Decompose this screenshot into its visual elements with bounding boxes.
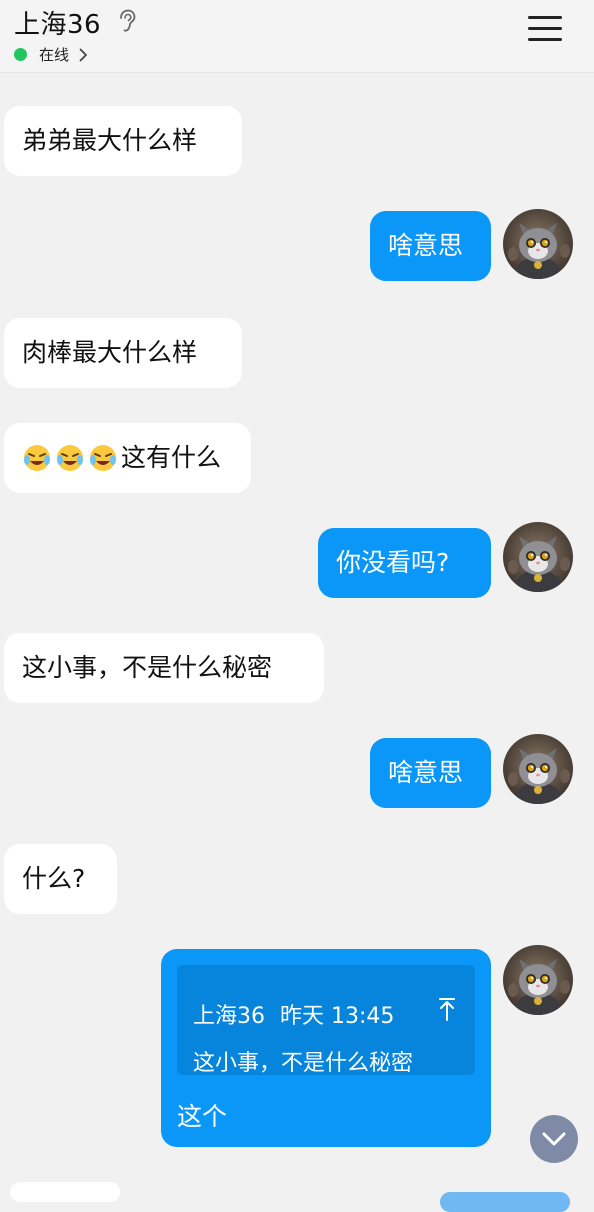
menu-icon[interactable] (528, 16, 562, 44)
message-text: 什么? (22, 864, 86, 893)
jump-to-top-icon[interactable] (437, 996, 457, 1022)
quote-time: 昨天 13:45 (280, 1004, 395, 1029)
ear-icon[interactable] (116, 9, 138, 33)
chevron-down-icon (542, 1132, 566, 1146)
message-text: 弟弟最大什么样 (22, 126, 198, 155)
avatar[interactable] (503, 945, 573, 1015)
message-bubble-incoming[interactable]: 什么? (4, 844, 117, 914)
message-bubble-outgoing[interactable]: 啥意思 (370, 738, 491, 808)
chat-title[interactable]: 上海36 (14, 4, 101, 41)
avatar[interactable] (503, 209, 573, 279)
message-bubble-outgoing[interactable]: 你没看吗? (318, 528, 491, 598)
message-bubble-incoming[interactable]: 弟弟最大什么样 (4, 106, 242, 176)
message-text: 肉棒最大什么样 (22, 338, 198, 367)
message-text: 啥意思 (388, 758, 464, 787)
online-dot-icon (14, 48, 27, 61)
quote-header: 上海36 昨天 13:45 (193, 998, 394, 1030)
status-label: 在线 (39, 46, 70, 64)
avatar[interactable] (503, 522, 573, 592)
crying-laughing-emoji-icon (24, 445, 50, 471)
message-bubble-incoming[interactable]: 这有什么 (4, 423, 251, 493)
crying-laughing-emoji-icon (90, 445, 116, 471)
message-text: 你没看吗? (336, 548, 450, 577)
message-text: 这小事，不是什么秘密 (22, 653, 273, 682)
reply-text: 这个 (177, 1102, 228, 1131)
partial-bubble-outgoing (440, 1192, 570, 1212)
chevron-right-icon (79, 48, 87, 61)
chat-header: 上海36 在线 (0, 0, 594, 73)
message-text: 啥意思 (388, 231, 464, 260)
avatar[interactable] (503, 734, 573, 804)
scroll-to-bottom-button[interactable] (530, 1115, 578, 1163)
reply-message-bubble[interactable]: 上海36 昨天 13:45 这小事，不是什么秘密 这个 (161, 949, 491, 1147)
quote-sender: 上海36 (193, 1004, 265, 1029)
quoted-message[interactable]: 上海36 昨天 13:45 这小事，不是什么秘密 (177, 965, 475, 1076)
quote-text: 这小事，不是什么秘密 (193, 1051, 414, 1076)
message-text: 这有什么 (121, 443, 222, 472)
message-bubble-incoming[interactable]: 肉棒最大什么样 (4, 318, 242, 388)
online-status[interactable]: 在线 (14, 44, 88, 65)
partial-bubble-incoming (10, 1182, 120, 1202)
message-bubble-incoming[interactable]: 这小事，不是什么秘密 (4, 633, 324, 703)
message-bubble-outgoing[interactable]: 啥意思 (370, 211, 491, 281)
crying-laughing-emoji-icon (57, 445, 83, 471)
